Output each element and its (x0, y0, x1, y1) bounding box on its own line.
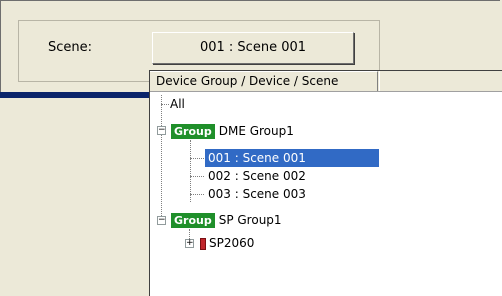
group-badge: Group (171, 213, 215, 228)
group-badge: Group (171, 124, 215, 139)
tree-line (190, 140, 191, 202)
tree-line (161, 104, 169, 105)
tree-item-dme-group1[interactable]: Group DME Group1 (171, 122, 294, 140)
tree-item-label: SP2060 (209, 236, 255, 250)
tree-item-scene-002[interactable]: 002 : Scene 002 (208, 167, 306, 185)
collapse-icon[interactable]: − (157, 126, 166, 135)
tree-item-all[interactable]: All (170, 95, 185, 113)
tree-line (161, 95, 162, 220)
list-header: Device Group / Device / Scene (150, 71, 502, 92)
scene-dropdown-list[interactable]: Device Group / Device / Scene All − Grou… (149, 70, 502, 296)
tree-item-scene-001[interactable]: 001 : Scene 001 (205, 149, 379, 167)
scene-select-button[interactable]: 001 : Scene 001 (152, 32, 354, 64)
tree-item-label: 001 : Scene 001 (205, 149, 379, 167)
tree-item-label: All (170, 97, 185, 111)
tree-item-sp2060[interactable]: SP2060 (200, 234, 254, 252)
expand-icon[interactable]: + (185, 239, 194, 248)
tree-item-label: SP Group1 (218, 213, 282, 227)
tree-item-label: DME Group1 (218, 124, 294, 138)
column-header-device-group[interactable]: Device Group / Device / Scene (150, 71, 378, 91)
scene-label: Scene: (48, 40, 93, 55)
device-icon (200, 237, 206, 250)
tree-item-label: 003 : Scene 003 (208, 187, 306, 201)
tree-item-sp-group1[interactable]: Group SP Group1 (171, 211, 282, 229)
tree-item-scene-003[interactable]: 003 : Scene 003 (208, 185, 306, 203)
tree-line (190, 158, 204, 159)
tree-item-label: 002 : Scene 002 (208, 169, 306, 183)
collapse-icon[interactable]: − (157, 216, 166, 225)
tree-line (190, 194, 204, 195)
tree-line (190, 176, 204, 177)
column-header-empty (379, 71, 502, 91)
